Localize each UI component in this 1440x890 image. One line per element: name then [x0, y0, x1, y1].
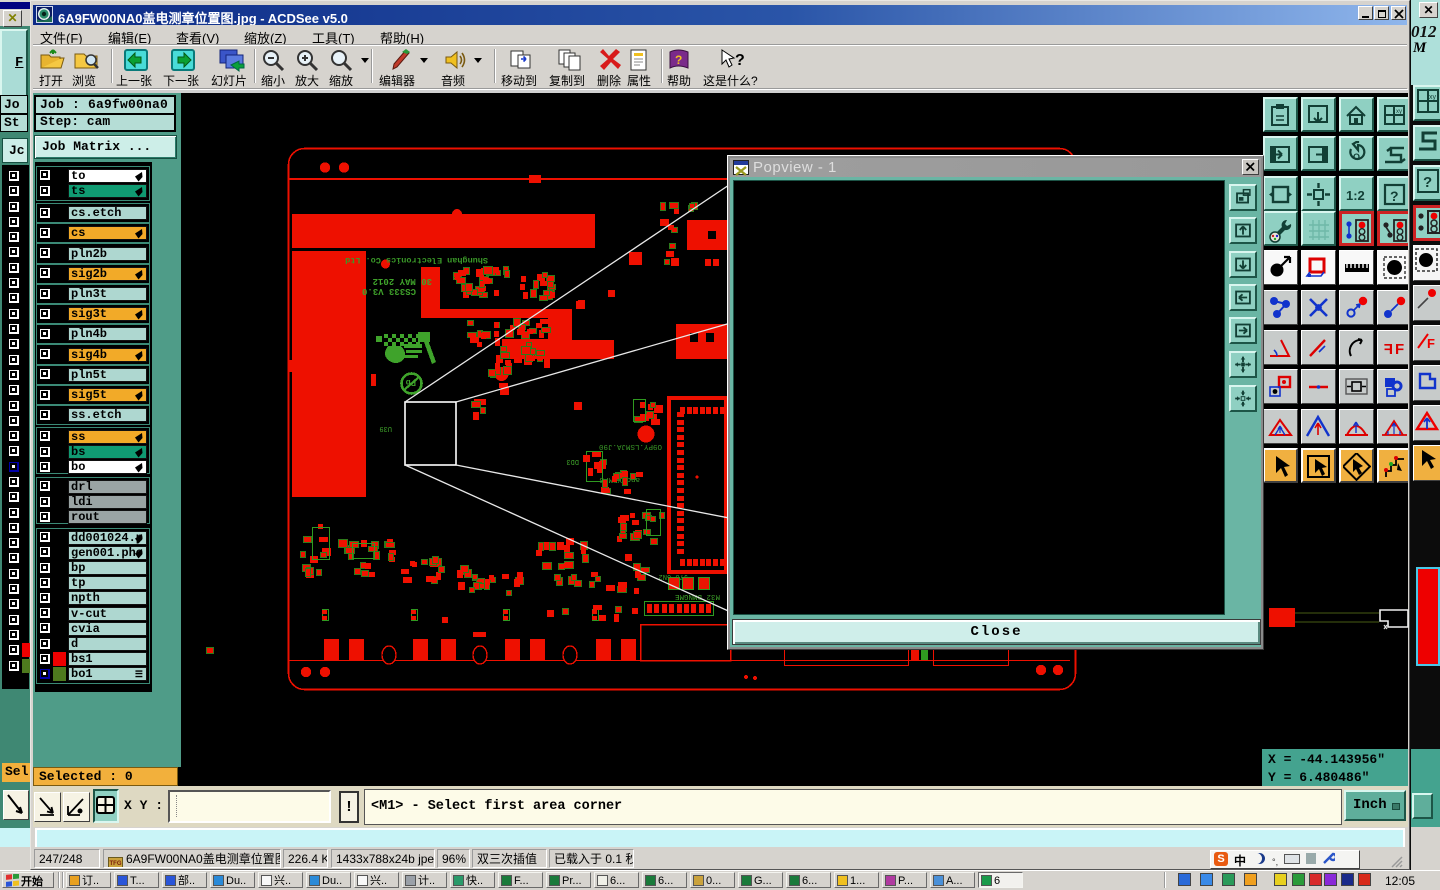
svg-text:F: F	[1395, 341, 1404, 358]
svg-text:xy: xy	[1396, 109, 1402, 115]
svg-text:U39: U39	[379, 424, 392, 432]
svg-text:1:2: 1:2	[1346, 188, 1365, 203]
svg-text:Pb: Pb	[406, 378, 416, 387]
svg-text:F: F	[1383, 341, 1392, 358]
svg-text:F: F	[1427, 336, 1435, 351]
svg-text:O: O	[1353, 152, 1360, 162]
svg-text:O9PY.LSMJA.J90: O9PY.LSMJA.J90	[598, 442, 662, 450]
svg-text:DD3: DD3	[566, 457, 579, 465]
svg-text:xy: xy	[1429, 94, 1437, 101]
svg-text:Shunghan Electronics Co. Ltd: Shunghan Electronics Co. Ltd	[345, 255, 488, 265]
svg-text:?: ?	[1390, 188, 1399, 204]
svg-text:M32 DMNGME: M32 DMNGME	[674, 592, 720, 600]
svg-text:?: ?	[675, 53, 682, 67]
svg-text:?: ?	[1423, 174, 1432, 191]
svg-text:?: ?	[735, 52, 745, 69]
svg-text:30 MAY 2012: 30 MAY 2012	[373, 276, 432, 286]
svg-text:CS333 V3.0: CS333 V3.0	[362, 286, 416, 296]
